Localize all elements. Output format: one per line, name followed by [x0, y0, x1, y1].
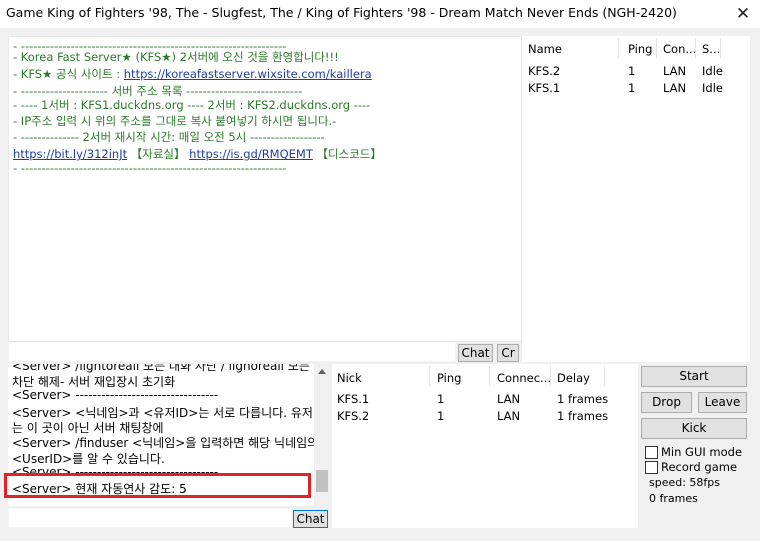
- column-header-connection[interactable]: Connec...: [497, 371, 551, 385]
- user-nick: KFS.2: [337, 409, 370, 423]
- game-status: Idle: [702, 81, 723, 95]
- column-separator[interactable]: [656, 38, 657, 58]
- user-delay: 1 frames: [557, 409, 609, 423]
- close-button[interactable]: ✕: [728, 2, 758, 26]
- game-connection: LAN: [663, 81, 687, 95]
- chat-input[interactable]: [8, 342, 456, 362]
- min-gui-mode-checkbox[interactable]: [645, 446, 658, 459]
- message-line: https://bit.ly/312inJt 【자료실】 https://is.…: [13, 146, 382, 162]
- chat-button[interactable]: Chat: [458, 344, 493, 362]
- column-header-ping[interactable]: Ping: [437, 371, 461, 385]
- user-connection: LAN: [497, 392, 521, 406]
- game-status: Idle: [702, 64, 723, 78]
- game-connection: LAN: [663, 64, 687, 78]
- user-connection: LAN: [497, 409, 521, 423]
- server-line: <Server> /finduser <닉네임>을 입력하면 해당 닉네임의: [12, 436, 319, 450]
- scrollbar[interactable]: [314, 364, 330, 506]
- user-ping: 1: [437, 392, 445, 406]
- server-line: <Server> -------------------------------…: [12, 388, 219, 402]
- column-header-name[interactable]: Name: [528, 42, 562, 56]
- message-line: - --------------------------------------…: [13, 161, 287, 175]
- message-text: 【자료실】: [127, 147, 190, 161]
- game-name: KFS.2: [528, 64, 561, 78]
- create-game-button[interactable]: Cr: [497, 344, 519, 362]
- user-list[interactable]: Nick Ping Connec... Delay KFS.1 1 LAN 1 …: [332, 364, 638, 528]
- website-link[interactable]: https://koreafastserver.wixsite.com/kail…: [124, 67, 372, 81]
- user-delay: 1 frames: [557, 392, 609, 406]
- frames-readout: 0 frames: [649, 492, 698, 505]
- highlight-box: [4, 473, 311, 498]
- scroll-thumb[interactable]: [316, 470, 328, 492]
- column-separator[interactable]: [604, 366, 605, 386]
- column-separator[interactable]: [489, 366, 490, 386]
- column-separator[interactable]: [550, 366, 551, 386]
- min-gui-mode-label: Min GUI mode: [661, 445, 743, 459]
- game-name: KFS.1: [528, 81, 561, 95]
- server-chat-button[interactable]: Chat: [293, 510, 328, 528]
- game-list[interactable]: Name Ping Con... S... KFS.2 1 LAN Idle K…: [522, 36, 750, 362]
- kick-button[interactable]: Kick: [641, 418, 747, 439]
- column-separator[interactable]: [720, 38, 721, 58]
- column-separator[interactable]: [695, 38, 696, 58]
- message-text: - KFS★ 공식 사이트 :: [13, 67, 124, 81]
- title-bar: Game King of Fighters '98, The - Slugfes…: [0, 0, 760, 28]
- column-header-connection[interactable]: Con...: [663, 42, 696, 56]
- scroll-up-arrow-icon[interactable]: [318, 369, 326, 374]
- column-separator[interactable]: [618, 38, 619, 58]
- message-log[interactable]: - --------------------------------------…: [8, 36, 522, 342]
- message-line: - IP주소 입력 시 위의 주소를 그대로 복사 붙여넣기 하시면 됩니다.-: [13, 114, 337, 128]
- message-line: - -------------- 2서버 재시작 시간: 매일 오전 5시 --…: [13, 130, 325, 144]
- speed-readout: speed: 58fps: [649, 476, 721, 489]
- discord-link[interactable]: https://is.gd/RMQEMT: [189, 147, 313, 161]
- window-title: Game King of Fighters '98, The - Slugfes…: [6, 5, 677, 20]
- leave-button[interactable]: Leave: [698, 392, 747, 413]
- user-ping: 1: [437, 409, 445, 423]
- game-ping: 1: [628, 81, 636, 95]
- resource-link[interactable]: https://bit.ly/312inJt: [13, 147, 127, 161]
- column-separator[interactable]: [429, 366, 430, 386]
- start-button[interactable]: Start: [641, 366, 747, 387]
- record-game-checkbox[interactable]: [645, 461, 658, 474]
- user-nick: KFS.1: [337, 392, 370, 406]
- message-line: - KFS★ 공식 사이트 : https://koreafastserver.…: [13, 66, 372, 82]
- server-chat-input[interactable]: [8, 508, 292, 528]
- column-header-delay[interactable]: Delay: [557, 371, 590, 385]
- drop-button[interactable]: Drop: [641, 392, 692, 413]
- message-text: 【디스코드】: [312, 147, 382, 161]
- game-ping: 1: [628, 64, 636, 78]
- min-gui-mode-option[interactable]: Min GUI mode: [645, 445, 750, 461]
- message-line: - Korea Fast Server★ (KFS★) 2서버에 오신 것을 환…: [13, 50, 339, 64]
- record-game-option[interactable]: Record game: [645, 460, 750, 476]
- column-header-nick[interactable]: Nick: [337, 371, 362, 385]
- message-line: - ---- 1서버 : KFS1.duckdns.org ---- 2서버 :…: [13, 98, 371, 112]
- column-header-status[interactable]: S...: [702, 42, 720, 56]
- column-header-ping[interactable]: Ping: [628, 42, 652, 56]
- record-game-label: Record game: [661, 460, 738, 474]
